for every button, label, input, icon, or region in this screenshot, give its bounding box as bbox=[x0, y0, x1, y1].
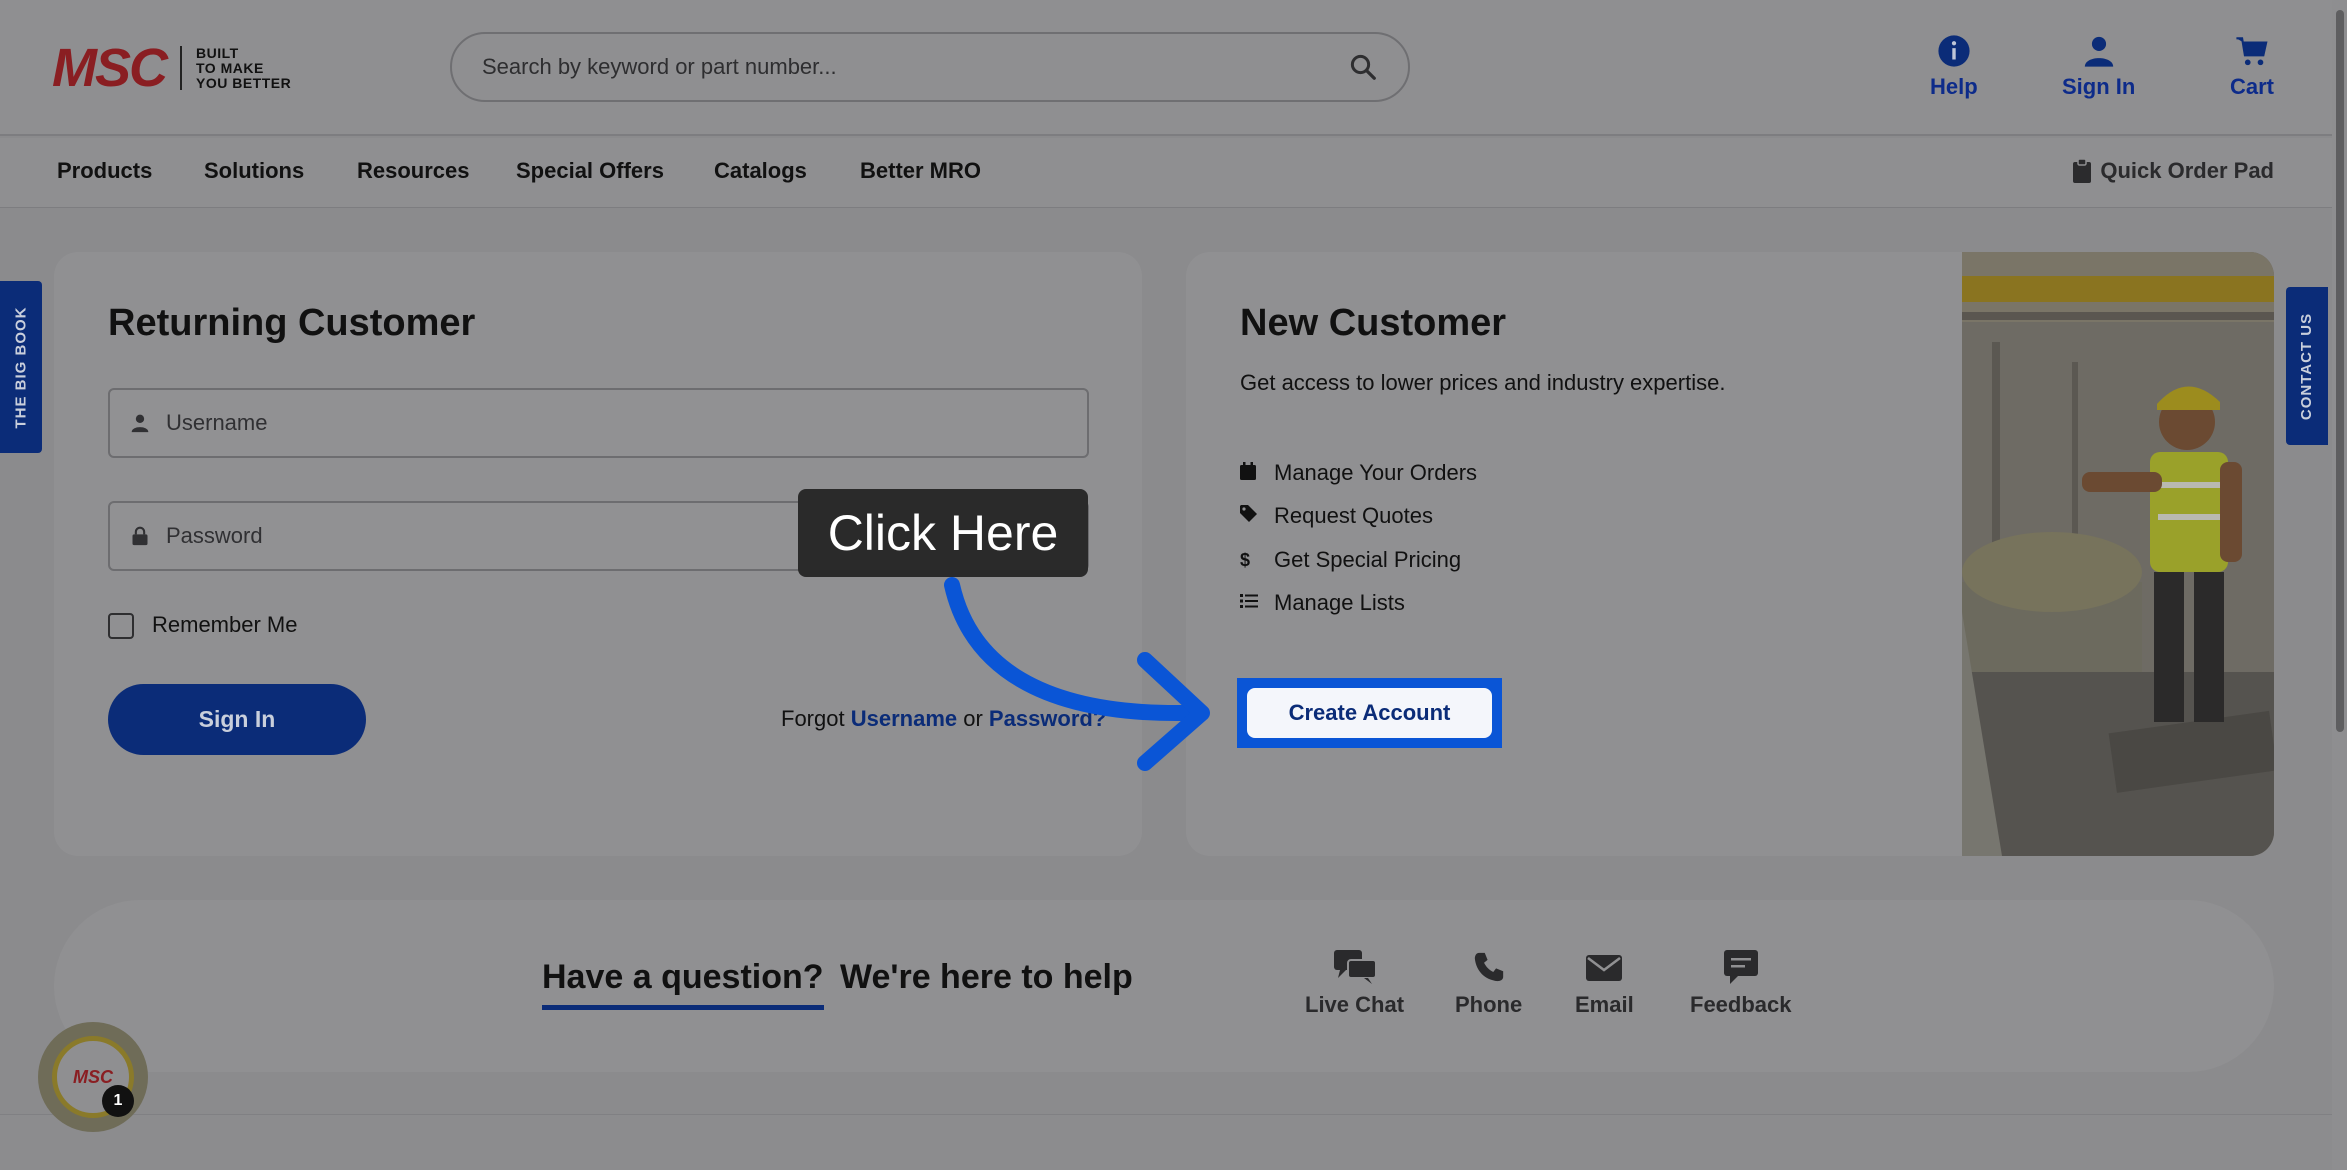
help-label: Help bbox=[1930, 74, 1978, 99]
nav-solutions[interactable]: Solutions bbox=[204, 158, 304, 184]
warehouse-worker-photo bbox=[1962, 252, 2274, 856]
search-input[interactable] bbox=[482, 54, 1348, 80]
main-nav: Products Solutions Resources Special Off… bbox=[0, 138, 2332, 208]
phone-label: Phone bbox=[1455, 992, 1523, 1017]
benefit-label: Manage Your Orders bbox=[1274, 460, 1478, 485]
remember-me-checkbox[interactable] bbox=[108, 613, 134, 639]
cart-icon bbox=[2236, 37, 2268, 66]
info-icon bbox=[1938, 35, 1970, 67]
new-customer-subtitle: Get access to lower prices and industry … bbox=[1240, 370, 1726, 395]
help-question-tab[interactable]: Have a question? bbox=[542, 958, 824, 1010]
lock-icon bbox=[132, 526, 148, 546]
logo-tagline: BUILT TO MAKE YOU BETTER bbox=[196, 44, 292, 91]
username-field[interactable]: Username bbox=[108, 388, 1089, 458]
benefit-label: Manage Lists bbox=[1274, 590, 1405, 615]
click-here-tooltip: Click Here bbox=[798, 489, 1088, 577]
scrollbar-thumb[interactable] bbox=[2336, 10, 2344, 732]
sign-in-label: Sign In bbox=[2062, 74, 2136, 99]
help-subtitle: We're here to help bbox=[840, 958, 1133, 996]
big-book-tab[interactable]: THE BIG BOOK bbox=[0, 281, 42, 453]
sign-in-button[interactable]: Sign In bbox=[108, 684, 366, 755]
create-account-button[interactable]: Create Account bbox=[1247, 688, 1492, 738]
user-icon bbox=[131, 414, 149, 433]
help-link[interactable]: Help bbox=[1930, 34, 1978, 100]
calendar-icon bbox=[1240, 461, 1274, 485]
msc-logo[interactable]: MSC BUILT TO MAKE YOU BETTER bbox=[52, 38, 292, 98]
live-chat-label: Live Chat bbox=[1305, 992, 1405, 1017]
email-icon bbox=[1586, 955, 1623, 981]
clipboard-icon bbox=[2073, 158, 2092, 183]
quick-order-pad-label: Quick Order Pad bbox=[2100, 158, 2274, 183]
cart-label: Cart bbox=[2230, 74, 2275, 99]
feedback-button[interactable]: Feedback bbox=[1690, 950, 1792, 1018]
site-header: MSC BUILT TO MAKE YOU BETTER Help Sign I… bbox=[0, 0, 2332, 136]
search-box[interactable] bbox=[450, 32, 1410, 102]
dollar-icon: $ bbox=[1240, 549, 1251, 570]
returning-customer-title: Returning Customer bbox=[108, 302, 476, 344]
email-label: Email bbox=[1575, 992, 1634, 1017]
list-icon bbox=[1240, 593, 1274, 614]
phone-button[interactable]: Phone bbox=[1455, 950, 1522, 1018]
nav-catalogs[interactable]: Catalogs bbox=[714, 158, 807, 184]
benefit-item: $ Get Special Pricing bbox=[1240, 547, 1461, 573]
benefit-label: Get Special Pricing bbox=[1274, 547, 1462, 572]
quick-order-pad-link[interactable]: Quick Order Pad bbox=[2072, 158, 2274, 184]
chat-icon bbox=[1333, 950, 1376, 984]
email-button[interactable]: Email bbox=[1575, 950, 1634, 1018]
notification-count: 1 bbox=[102, 1085, 134, 1117]
nav-products[interactable]: Products bbox=[57, 158, 152, 184]
feedback-label: Feedback bbox=[1690, 992, 1792, 1017]
footer-strip bbox=[0, 1114, 2332, 1170]
tag-icon bbox=[1240, 505, 1274, 527]
live-chat-button[interactable]: Live Chat bbox=[1305, 950, 1404, 1018]
big-book-label: THE BIG BOOK bbox=[12, 305, 30, 429]
nav-special-offers[interactable]: Special Offers bbox=[516, 158, 664, 184]
pointer-arrow-icon bbox=[944, 577, 1210, 771]
photo-illustration bbox=[1962, 252, 2274, 856]
benefit-item: Manage Lists bbox=[1240, 590, 1405, 616]
remember-me-label: Remember Me bbox=[152, 612, 298, 637]
cart-link[interactable]: Cart bbox=[2230, 34, 2274, 100]
search-icon[interactable] bbox=[1348, 52, 1378, 82]
help-bar bbox=[54, 900, 2274, 1072]
sign-in-link[interactable]: Sign In bbox=[2062, 34, 2135, 100]
password-placeholder: Password bbox=[166, 523, 263, 548]
logo-divider bbox=[180, 46, 182, 90]
phone-icon bbox=[1474, 952, 1503, 982]
benefit-item: Request Quotes bbox=[1240, 503, 1433, 529]
logo-wordmark: MSC bbox=[52, 38, 168, 98]
benefit-item: Manage Your Orders bbox=[1240, 460, 1477, 486]
chat-launcher[interactable]: MSC bbox=[38, 1022, 148, 1132]
feedback-icon bbox=[1723, 950, 1758, 984]
nav-resources[interactable]: Resources bbox=[357, 158, 470, 184]
forgot-prefix: Forgot bbox=[781, 706, 845, 731]
benefit-label: Request Quotes bbox=[1274, 503, 1433, 528]
nav-better-mro[interactable]: Better MRO bbox=[860, 158, 981, 184]
contact-us-label: CONTACT US bbox=[2298, 312, 2316, 420]
username-placeholder: Username bbox=[166, 410, 268, 435]
new-customer-title: New Customer bbox=[1240, 302, 1507, 344]
create-account-highlight: Create Account bbox=[1237, 678, 1502, 748]
user-icon bbox=[2084, 36, 2113, 67]
contact-us-tab[interactable]: CONTACT US bbox=[2286, 287, 2328, 445]
